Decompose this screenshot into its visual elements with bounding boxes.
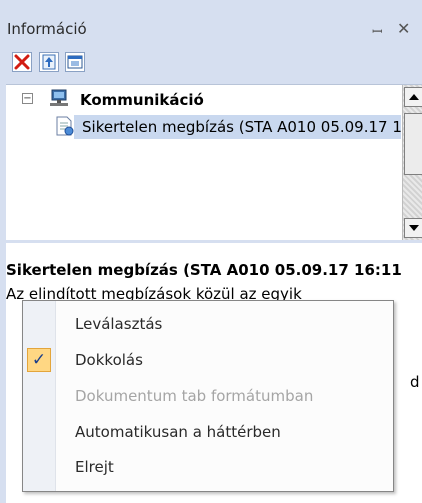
scroll-thumb[interactable] (404, 113, 422, 175)
window-button[interactable] (65, 52, 85, 72)
menu-item-label: Elrejt (75, 458, 114, 476)
panel-title: Információ (7, 20, 87, 38)
menu-item-hide[interactable]: Elrejt (23, 450, 393, 484)
delete-button[interactable] (12, 52, 32, 72)
tree-item-label[interactable]: Sikertelen megbízás (STA A010 05.09.17 1… (82, 118, 402, 136)
move-up-button[interactable] (39, 52, 59, 72)
network-computer-icon (50, 89, 68, 106)
menu-item-label: Dokkolás (75, 351, 143, 369)
info-title: Sikertelen megbízás (STA A010 05.09.17 1… (6, 261, 402, 279)
menu-item-label: Leválasztás (75, 315, 163, 333)
tree-view: − Kommunikáció Sikertelen megbízás (STA … (6, 84, 422, 240)
triangle-down-icon (409, 225, 419, 231)
tree-root-label[interactable]: Kommunikáció (80, 91, 204, 109)
document-error-icon (56, 116, 74, 136)
scroll-down-button[interactable] (404, 218, 422, 238)
information-panel: Információ ꟷ ✕ − Kommunikáció Sikertelen… (0, 0, 422, 503)
pin-icon[interactable]: ꟷ (372, 22, 383, 40)
menu-item-detach[interactable]: Leválasztás (23, 307, 393, 341)
window-icon (67, 55, 83, 69)
vertical-scrollbar[interactable] (402, 85, 422, 240)
delete-icon (14, 54, 30, 70)
collapse-toggle[interactable]: − (22, 93, 33, 104)
context-menu: Leválasztás ✓ Dokkolás Dokumentum tab fo… (22, 300, 394, 492)
move-up-icon (42, 54, 56, 70)
menu-item-label: Automatikusan a háttérben (75, 423, 281, 441)
scroll-up-button[interactable] (404, 87, 422, 107)
triangle-up-icon (409, 94, 419, 100)
check-icon: ✓ (27, 348, 51, 372)
menu-item-document-tab: Dokumentum tab formátumban (23, 379, 393, 413)
menu-item-label: Dokumentum tab formátumban (75, 387, 314, 405)
close-icon[interactable]: ✕ (397, 19, 410, 38)
info-trailing-text: d (410, 373, 420, 391)
menu-item-auto-hide[interactable]: Automatikusan a háttérben (23, 415, 393, 449)
menu-item-dock[interactable]: ✓ Dokkolás (23, 343, 393, 377)
